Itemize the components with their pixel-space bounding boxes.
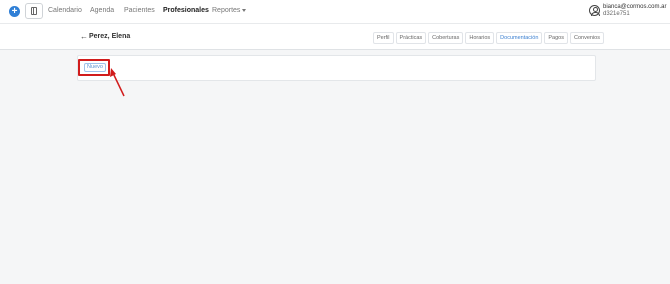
annotation-arrow-shaft — [112, 72, 125, 97]
annotation-arrow — [110, 68, 125, 97]
annotation-arrow-head — [110, 68, 116, 77]
